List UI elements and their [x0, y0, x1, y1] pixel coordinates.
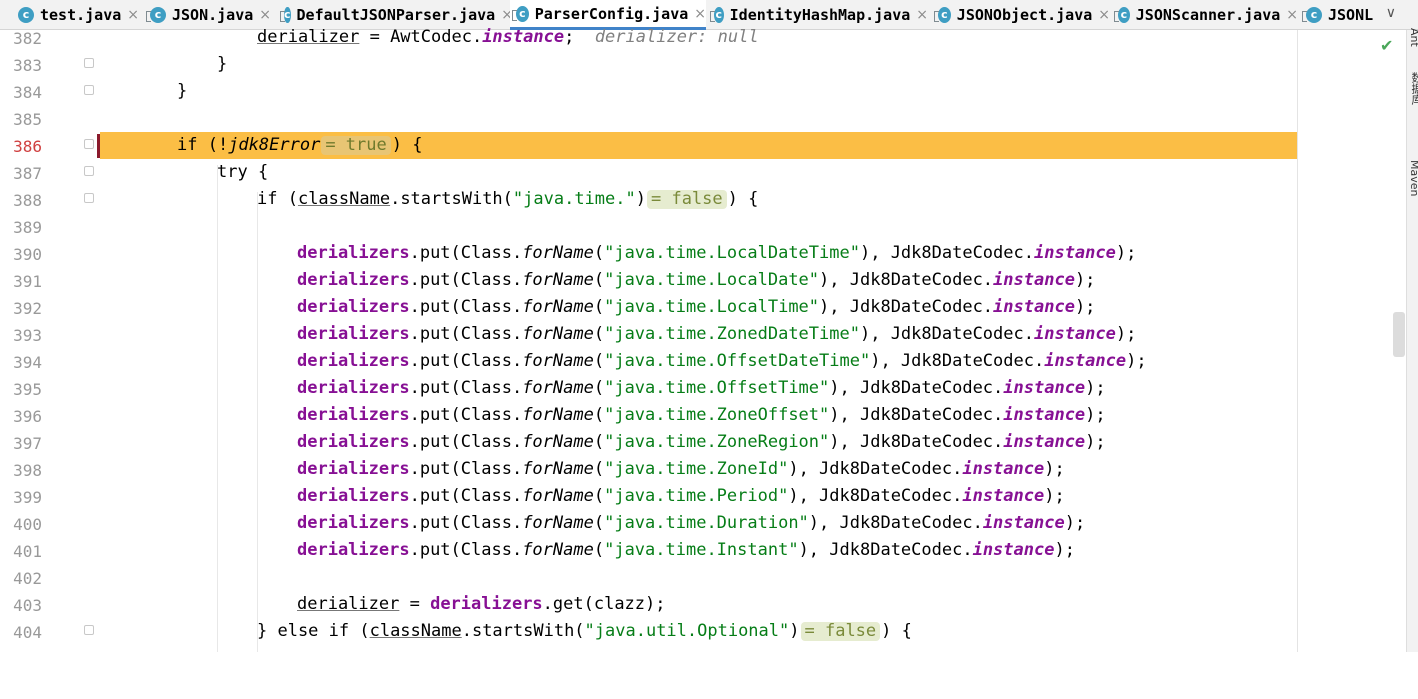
- line-number: 384: [13, 83, 42, 102]
- code-line: derializers.put(Class.forName("java.time…: [297, 297, 1096, 317]
- tab-label: ParserConfig.java: [534, 4, 689, 23]
- code-editor[interactable]: derializer = AwtCodec.instance; derializ…: [100, 27, 1400, 652]
- fold-marker[interactable]: [84, 85, 94, 95]
- checkmark-icon[interactable]: ✔: [1380, 36, 1393, 55]
- line-number: 404: [13, 623, 42, 642]
- inline-value-hint: = true: [321, 136, 391, 155]
- code-line: derializers.put(Class.forName("java.time…: [297, 405, 1106, 425]
- tab-label: IdentityHashMap.java: [729, 5, 911, 24]
- line-number: 398: [13, 461, 42, 480]
- tool-window-maven[interactable]: Maven: [1408, 160, 1418, 196]
- tab-label: JSON.java: [172, 5, 254, 24]
- line-number: 400: [13, 515, 42, 534]
- line-number: 390: [13, 245, 42, 264]
- scrollbar-thumb[interactable]: [1393, 312, 1405, 357]
- fold-marker[interactable]: [84, 625, 94, 635]
- code-line: if (className.startsWith("java.time.") = …: [257, 189, 759, 209]
- tab-label: DefaultJSONParser.java: [296, 5, 496, 24]
- right-tool-strip: [1406, 30, 1418, 652]
- code-line: derializer = AwtCodec.instance; derializ…: [257, 27, 759, 47]
- library-class-icon: c: [1114, 6, 1130, 23]
- library-class-icon: c: [1302, 6, 1322, 23]
- line-number: 403: [13, 596, 42, 615]
- close-icon[interactable]: ×: [1098, 7, 1110, 23]
- code-line: derializers.put(Class.forName("java.time…: [297, 432, 1106, 452]
- close-icon[interactable]: ×: [916, 7, 928, 23]
- code-line: derializers.put(Class.forName("java.time…: [297, 513, 1086, 533]
- line-number: 394: [13, 353, 42, 372]
- line-number: 385: [13, 110, 42, 129]
- inline-value-hint: = false: [800, 622, 881, 641]
- tab-label: JSONObject.java: [956, 5, 1093, 24]
- code-line: derializers.put(Class.forName("java.time…: [297, 324, 1137, 344]
- debug-value-hint: derializer: null: [594, 27, 759, 47]
- code-line: }: [177, 81, 188, 101]
- line-number: 388: [13, 191, 42, 210]
- tab-label: JSONL: [1328, 5, 1374, 24]
- close-icon[interactable]: ×: [694, 6, 706, 22]
- right-margin-guide: [1297, 30, 1298, 652]
- line-number: 399: [13, 488, 42, 507]
- code-line: } else if (className.startsWith("java.ut…: [257, 621, 912, 641]
- close-icon[interactable]: ×: [127, 7, 139, 23]
- line-number: 397: [13, 434, 42, 453]
- line-number: 383: [13, 56, 42, 75]
- chevron-down-icon[interactable]: ∨: [1386, 5, 1396, 21]
- line-number: 392: [13, 299, 42, 318]
- fold-marker[interactable]: [84, 58, 94, 68]
- tab-jsonl[interactable]: c JSONL: [1300, 0, 1380, 29]
- line-number: 401: [13, 542, 42, 561]
- code-line: try {: [217, 162, 269, 182]
- code-line: derializers.put(Class.forName("java.time…: [297, 378, 1106, 398]
- code-line: derializers.put(Class.forName("java.time…: [297, 459, 1065, 479]
- class-icon: c: [18, 6, 34, 23]
- code-line: derializer = derializers.get(clazz);: [297, 594, 666, 614]
- fold-marker[interactable]: [84, 193, 94, 203]
- code-line: derializers.put(Class.forName("java.time…: [297, 270, 1096, 290]
- code-line: }: [217, 54, 228, 74]
- code-line-current: if (!jdk8Error = true) {: [100, 132, 1298, 159]
- tool-window-ant[interactable]: Ant: [1408, 28, 1418, 47]
- line-number: 382: [13, 29, 42, 48]
- fold-marker[interactable]: [84, 166, 94, 176]
- code-line: derializers.put(Class.forName("java.time…: [297, 486, 1065, 506]
- close-icon[interactable]: ×: [259, 7, 271, 23]
- tab-label: test.java: [40, 5, 122, 24]
- library-class-icon: c: [280, 6, 291, 23]
- line-number: 389: [13, 218, 42, 237]
- line-number: 393: [13, 326, 42, 345]
- library-class-icon: c: [146, 6, 166, 23]
- code-line: derializers.put(Class.forName("java.time…: [297, 351, 1147, 371]
- library-class-icon: c: [710, 6, 724, 23]
- line-number: 402: [13, 569, 42, 588]
- tool-window-database[interactable]: 数据库: [1408, 72, 1418, 105]
- code-line: derializers.put(Class.forName("java.time…: [297, 540, 1075, 560]
- line-number-gutter: 382 383 384 385 386 387 388 389 390 391 …: [0, 29, 101, 652]
- code-line: derializers.put(Class.forName("java.time…: [297, 243, 1137, 263]
- line-number: 391: [13, 272, 42, 291]
- close-icon[interactable]: ×: [1286, 7, 1298, 23]
- library-class-icon: c: [934, 6, 951, 23]
- fold-marker[interactable]: [84, 139, 94, 149]
- line-number-current: 386: [13, 137, 42, 156]
- inline-value-hint: = false: [646, 190, 727, 209]
- line-number: 396: [13, 407, 42, 426]
- line-number: 395: [13, 380, 42, 399]
- library-class-icon: c: [512, 5, 529, 22]
- tab-label: JSONScanner.java: [1135, 5, 1281, 24]
- line-number: 387: [13, 164, 42, 183]
